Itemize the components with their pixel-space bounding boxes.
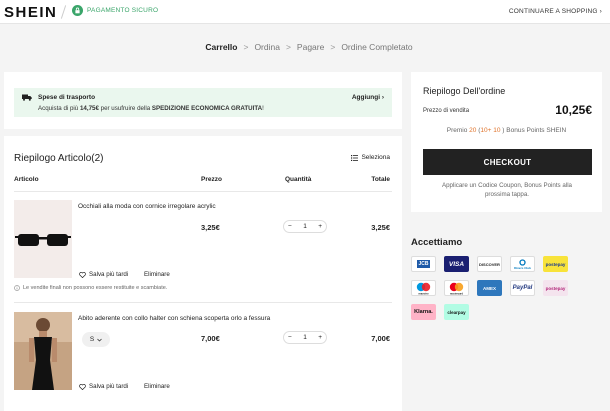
chevron-down-icon xyxy=(97,338,102,341)
postepay-evolution-logo: postepay xyxy=(543,280,568,296)
bonus-points-info: Premio 20 (10+ 10 ) Bonus Points SHEIN xyxy=(446,127,567,134)
klarna-logo: Klarna. xyxy=(411,304,436,320)
truck-icon xyxy=(22,94,32,101)
checkout-steps: Carrello > Ordina > Pagare > Ordine Comp… xyxy=(0,42,610,52)
continue-shopping-link[interactable]: CONTINUARE A SHOPPING › xyxy=(509,8,602,15)
secure-payment-badge: PAGAMENTO SICURO xyxy=(72,5,158,16)
minus-icon[interactable]: − xyxy=(288,223,292,230)
column-item: Articolo xyxy=(14,176,39,183)
size-selector[interactable]: S xyxy=(82,332,110,347)
cart-items-card: Riepilogo Articolo(2) Seleziona Articolo… xyxy=(4,136,402,411)
step-order: Ordina xyxy=(254,42,280,52)
column-total: Totale xyxy=(371,176,390,183)
plus-icon[interactable]: + xyxy=(318,223,322,230)
save-label: Salva più tardi xyxy=(89,383,129,390)
column-price: Prezzo xyxy=(201,176,222,183)
accepted-payments-title: Accettiamo xyxy=(411,237,463,248)
sale-price-label: Prezzo di vendita xyxy=(423,108,470,114)
header-divider xyxy=(14,191,392,192)
cart-title: Riepilogo Articolo(2) xyxy=(14,153,104,164)
shipping-description: Acquista di più 14,75€ per usufruire del… xyxy=(38,105,264,112)
size-value: S xyxy=(89,336,95,343)
jcb-logo: JCB xyxy=(411,256,436,272)
product-total: 7,00€ xyxy=(371,334,390,343)
heart-icon xyxy=(79,271,86,278)
list-icon xyxy=(351,154,359,161)
product-price: 3,25€ xyxy=(201,223,220,232)
free-shipping-banner: Spese di trasporto Acquista di più 14,75… xyxy=(14,88,392,117)
save-for-later-button[interactable]: Salva più tardi xyxy=(79,383,128,390)
product-total: 3,25€ xyxy=(371,223,390,232)
shipping-title: Spese di trasporto xyxy=(38,94,96,101)
order-summary-card: Riepilogo Dell'ordine Prezzo di vendita … xyxy=(411,72,602,212)
shipping-card: Spese di trasporto Acquista di più 14,75… xyxy=(4,72,402,129)
product-price: 7,00€ xyxy=(201,334,220,343)
step-complete: Ordine Completato xyxy=(341,42,413,52)
clearpay-logo: clearpay xyxy=(444,304,469,320)
coupon-note: Applicare un Codice Coupon, Bonus Points… xyxy=(441,182,573,198)
quantity-value[interactable]: 1 xyxy=(303,334,307,341)
svg-text:mastercard: mastercard xyxy=(450,292,463,295)
plus-icon[interactable]: + xyxy=(318,334,322,341)
summary-title: Riepilogo Dell'ordine xyxy=(423,86,506,96)
product-image-sunglasses[interactable] xyxy=(14,200,72,278)
chevron-right-icon: > xyxy=(285,42,291,52)
secure-payment-label: PAGAMENTO SICURO xyxy=(87,7,159,14)
select-button[interactable]: Seleziona xyxy=(351,154,390,161)
top-bar: SHEIN PAGAMENTO SICURO CONTINUARE A SHOP… xyxy=(0,0,610,24)
sale-price-value: 10,25€ xyxy=(555,103,592,117)
add-items-link[interactable]: Aggiungi › xyxy=(352,94,384,101)
product-name[interactable]: Occhiali alla moda con cornice irregolar… xyxy=(78,203,216,210)
minus-icon[interactable]: − xyxy=(288,334,292,341)
info-icon xyxy=(14,285,20,291)
discover-logo: DISCOVER xyxy=(477,256,502,272)
svg-text:maestro: maestro xyxy=(418,291,429,295)
logo-divider xyxy=(60,5,67,19)
diners-club-logo: Diners Club xyxy=(510,256,535,272)
final-sale-note: Le vendite finali non possono essere res… xyxy=(14,285,167,291)
final-sale-text: Le vendite finali non possono essere res… xyxy=(23,285,168,291)
visa-logo: VISA xyxy=(444,256,469,272)
checkout-button[interactable]: CHECKOUT xyxy=(423,149,592,175)
paypal-logo: PayPal xyxy=(510,280,535,296)
quantity-stepper[interactable]: − 1 + xyxy=(283,331,327,344)
chevron-right-icon: > xyxy=(330,42,336,52)
save-label: Salva più tardi xyxy=(89,271,129,278)
item-divider xyxy=(14,302,392,303)
product-image-dress[interactable] xyxy=(14,312,72,390)
mastercard-logo: mastercard xyxy=(444,280,469,296)
select-label: Seleziona xyxy=(361,154,390,161)
product-name[interactable]: Abito aderente con collo halter con schi… xyxy=(78,315,270,322)
step-cart: Carrello xyxy=(205,42,238,52)
delete-button[interactable]: Eliminare xyxy=(144,271,170,278)
shein-logo[interactable]: SHEIN xyxy=(4,4,57,21)
lock-icon xyxy=(72,5,83,16)
heart-icon xyxy=(79,383,86,390)
chevron-right-icon: > xyxy=(243,42,249,52)
maestro-logo: maestro xyxy=(411,280,436,296)
quantity-stepper[interactable]: − 1 + xyxy=(283,220,327,233)
save-for-later-button[interactable]: Salva più tardi xyxy=(79,271,128,278)
column-qty: Quantità xyxy=(285,176,312,183)
postepay-logo: postepay xyxy=(543,256,568,272)
delete-button[interactable]: Eliminare xyxy=(144,383,170,390)
amex-logo: AMEX xyxy=(477,280,502,296)
quantity-value[interactable]: 1 xyxy=(303,223,307,230)
step-pay: Pagare xyxy=(296,42,325,52)
